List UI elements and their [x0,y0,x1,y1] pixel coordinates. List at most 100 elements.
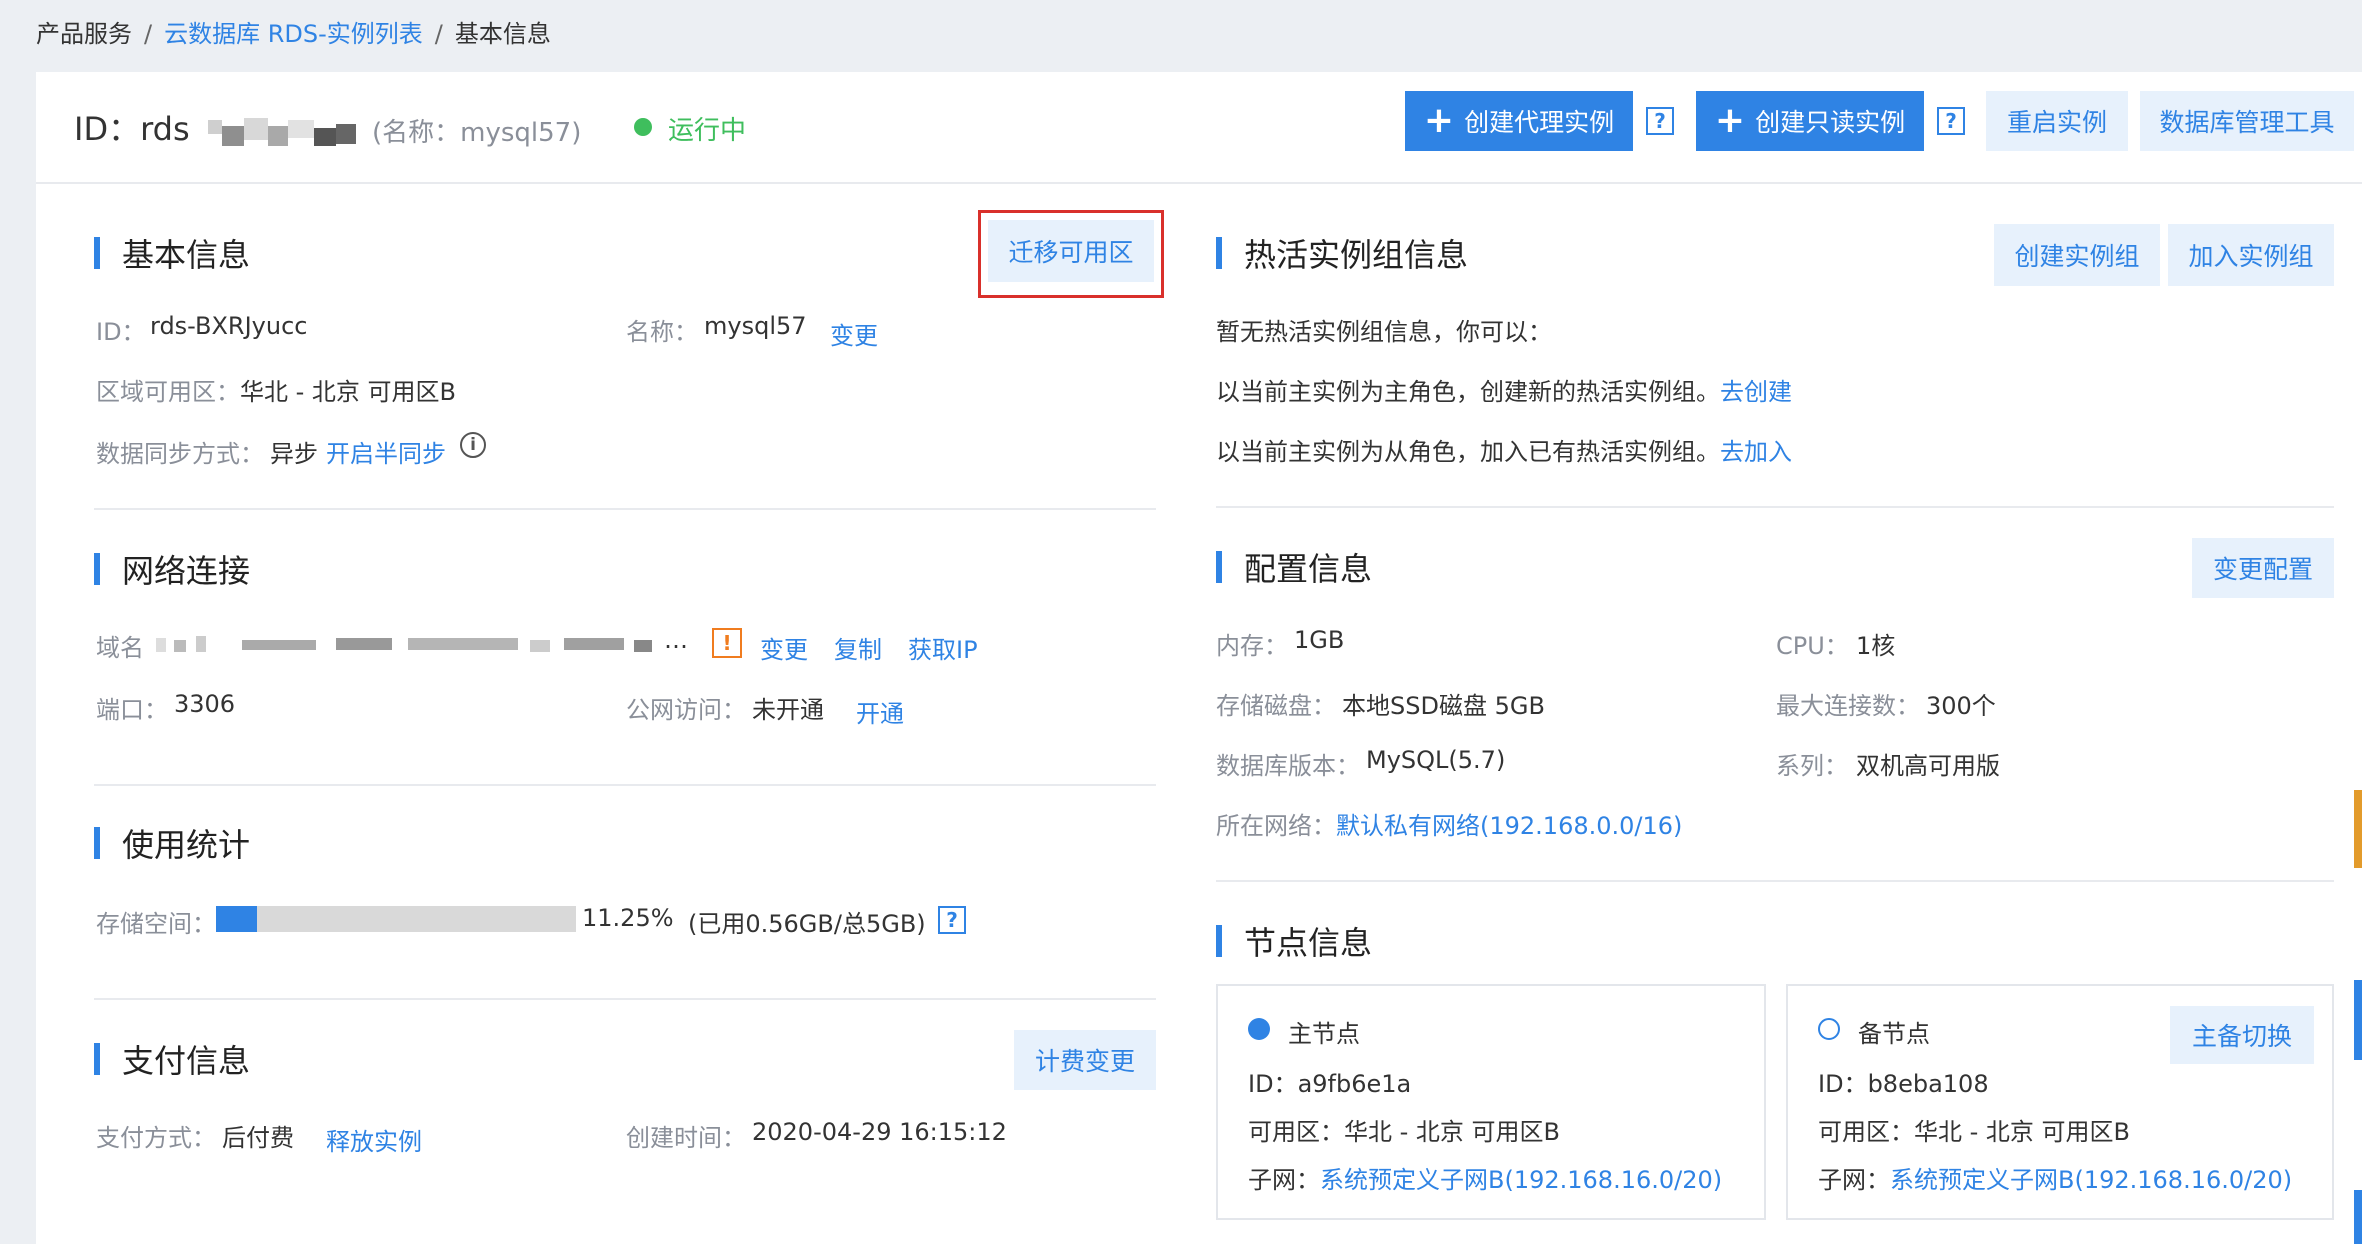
go-join-link[interactable]: 去加入 [1720,438,1792,466]
edge-tab-marker[interactable] [2354,980,2362,1060]
join-instance-group-button[interactable]: 加入实例组 [2168,224,2334,286]
standby-node-subnet: 子网：系统预定义子网B(192.168.16.0/20) [1818,1160,2292,1195]
payment-method-label: 支付方式： [96,1124,216,1152]
usage-title: 使用统计 [94,820,250,866]
edge-tab-marker[interactable] [2354,790,2362,868]
change-config-button[interactable]: 变更配置 [2192,538,2334,598]
release-instance-link[interactable]: 释放实例 [326,1122,422,1157]
standby-node-zone-label: 可用区： [1818,1118,1914,1146]
divider [1216,506,2334,508]
max-connections-label: 最大连接数： [1776,692,1920,720]
get-ip-link[interactable]: 获取IP [908,630,978,665]
breadcrumb-separator: / [434,20,443,48]
domain-ellipsis: … [664,626,688,654]
primary-node-id-label: ID： [1248,1070,1298,1098]
divider [94,508,1156,510]
name-value: mysql57 [704,312,807,340]
help-icon[interactable]: ? [938,906,966,934]
restart-instance-button[interactable]: 重启实例 [1986,91,2128,151]
help-icon[interactable]: ? [1646,107,1674,135]
series-label: 系列： [1776,752,1848,780]
status-running: 运行中 [668,116,747,146]
highlight-box [978,210,1164,298]
breadcrumb-product-services[interactable]: 产品服务 [36,20,132,48]
standby-node-subnet-label: 子网： [1818,1166,1890,1194]
instance-id: ID：rds [74,110,190,148]
primary-node-subnet-link[interactable]: 系统预定义子网B(192.168.16.0/20) [1320,1166,1722,1194]
created-time-value: 2020-04-29 16:15:12 [752,1118,1007,1146]
disk-label: 存储磁盘： [1216,692,1336,720]
basic-info-title-text: 基本信息 [122,236,251,274]
standby-node-subnet-link[interactable]: 系统预定义子网B(192.168.16.0/20) [1890,1166,2292,1194]
status-dot-icon [634,118,652,136]
port-value: 3306 [174,690,236,718]
config-title: 配置信息 [1216,544,1372,590]
divider [94,998,1156,1000]
primary-node-radio-icon [1248,1018,1270,1040]
sync-mode-value: 异步 [270,440,318,468]
hot-group-title: 热活实例组信息 [1216,230,1468,276]
payment-title: 支付信息 [94,1036,250,1082]
header-divider [36,182,2362,184]
basic-info-title: 基本信息 [94,230,250,276]
primary-node-zone-value: 华北 - 北京 可用区B [1344,1118,1561,1146]
storage-progress-fill [216,906,257,932]
section-marker [1216,237,1222,269]
domain-label: 域名 [96,634,144,662]
billing-change-button[interactable]: 计费变更 [1014,1030,1156,1090]
change-domain-link[interactable]: 变更 [760,630,808,665]
private-network-link[interactable]: 默认私有网络(192.168.0.0/16) [1336,806,1682,841]
enable-public-access-link[interactable]: 开通 [856,694,904,729]
db-version-label: 数据库版本： [1216,752,1360,780]
help-icon[interactable]: ? [1937,107,1965,135]
db-version-value: MySQL(5.7) [1366,746,1506,774]
memory-value: 1GB [1294,626,1345,654]
db-management-tool-button[interactable]: 数据库管理工具 [2140,91,2354,151]
create-readonly-instance-button[interactable]: + 创建只读实例 [1696,91,1924,151]
section-marker [94,553,100,585]
hot-group-title-text: 热活实例组信息 [1244,236,1469,274]
breadcrumb: 产品服务 / 云数据库 RDS-实例列表 / 基本信息 [36,14,551,49]
divider [1216,880,2334,882]
hot-group-create-line: 以当前主实例为主角色，创建新的热活实例组。去创建 [1216,372,1792,407]
storage-percent: 11.25% [582,904,674,932]
name-label: 名称： [626,318,698,346]
zone-label: 区域可用区： [96,378,240,406]
section-marker [1216,925,1222,957]
primary-node-zone-label: 可用区： [1248,1118,1344,1146]
create-instance-group-button[interactable]: 创建实例组 [1994,224,2160,286]
standby-node-id: ID：b8eba108 [1818,1064,1989,1099]
enable-semi-sync-link[interactable]: 开启半同步 [326,434,446,469]
divider [94,784,1156,786]
warning-icon[interactable]: ! [712,628,742,658]
standby-node-id-value: b8eba108 [1867,1070,1989,1098]
standby-node-id-label: ID： [1818,1070,1868,1098]
network-title-text: 网络连接 [122,552,251,590]
change-name-link[interactable]: 变更 [830,316,878,351]
id-value: rds-BXRJyucc [150,312,308,340]
public-access-value: 未开通 [752,696,824,724]
edge-tab-marker[interactable] [2354,1190,2362,1244]
storage-label: 存储空间： [96,910,216,938]
switch-primary-standby-button[interactable]: 主备切换 [2170,1006,2314,1064]
disk-value: 本地SSD磁盘 5GB [1342,692,1545,720]
primary-node-subnet-label: 子网： [1248,1166,1320,1194]
storage-progress-bar [216,906,576,932]
create-proxy-instance-button[interactable]: + 创建代理实例 [1405,91,1633,151]
usage-title-text: 使用统计 [122,826,251,864]
sync-mode-label: 数据同步方式： [96,440,264,468]
standby-node-zone-value: 华北 - 北京 可用区B [1914,1118,2131,1146]
standby-node-name: 备节点 [1858,1020,1930,1048]
breadcrumb-instance-list[interactable]: 云数据库 RDS-实例列表 [164,20,423,48]
plus-icon: + [1714,100,1746,141]
payment-method-value: 后付费 [222,1124,294,1152]
primary-node-name: 主节点 [1288,1020,1360,1048]
go-create-link[interactable]: 去创建 [1720,378,1792,406]
info-icon[interactable]: i [460,432,486,458]
copy-domain-link[interactable]: 复制 [834,630,882,665]
cpu-value: 1核 [1856,632,1896,660]
primary-node-zone: 可用区：华北 - 北京 可用区B [1248,1112,1560,1147]
id-label: ID： [96,318,146,346]
nodes-title-text: 节点信息 [1244,924,1373,962]
created-time-label: 创建时间： [626,1124,746,1152]
